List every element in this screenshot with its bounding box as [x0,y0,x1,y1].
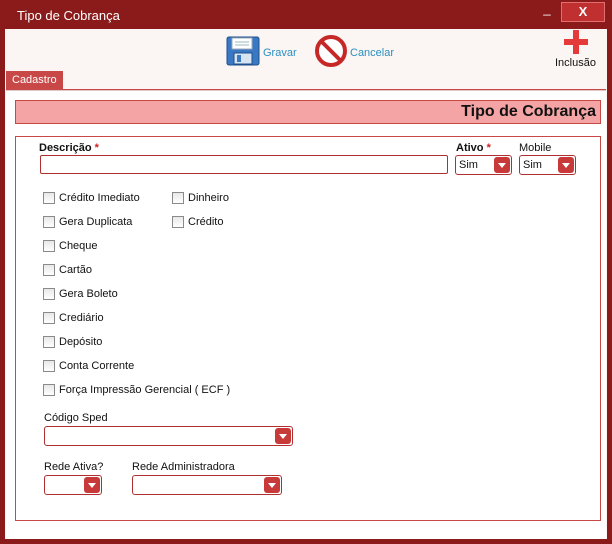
chevron-down-icon [558,157,574,173]
checkbox-credito[interactable]: Crédito [172,216,223,228]
descricao-label: Descrição * [39,142,99,154]
new-record-label: Inclusão [555,57,596,69]
checkbox-conta-corrente[interactable]: Conta Corrente [43,360,134,372]
mobile-label: Mobile [519,142,552,154]
checkbox-box[interactable] [43,360,55,372]
checkbox-label: Gera Boleto [59,288,118,300]
codigo-sped-select[interactable] [44,426,293,446]
checkbox-gera-duplicata[interactable]: Gera Duplicata [43,216,132,228]
checkbox-cartao[interactable]: Cartão [43,264,92,276]
checkbox-label: Conta Corrente [59,360,135,372]
window-client-area: Gravar Cancelar Inclusão Cadastro Tipo d… [5,29,607,539]
checkbox-label: Cartão [59,264,93,276]
cadastro-panel: Tipo de Cobrança Descrição * Ativo * Sim… [6,90,606,539]
chevron-down-icon [84,477,100,493]
checkbox-box[interactable] [43,192,55,204]
descricao-input[interactable] [40,155,448,174]
window-title: Tipo de Cobrança [17,8,120,23]
checkbox-box[interactable] [172,192,184,204]
save-button-label: Gravar [263,46,297,59]
checkbox-box[interactable] [43,240,55,252]
codigo-sped-label: Código Sped [44,412,108,424]
checkbox-crediario[interactable]: Crediário [43,312,104,324]
checkbox-label: Força Impressão Gerencial ( ECF ) [59,384,231,396]
checkbox-label: Crédito Imediato [59,192,140,204]
checkbox-box[interactable] [43,312,55,324]
rede-ativa-label: Rede Ativa? [44,461,104,473]
ativo-select[interactable]: Sim [455,155,512,175]
ativo-select-value: Sim [459,159,478,171]
title-bar[interactable]: Tipo de Cobrança _ X [0,0,612,29]
rede-administradora-label: Rede Administradora [132,461,235,473]
checkbox-box[interactable] [43,336,55,348]
new-record-button[interactable]: Inclusão [551,29,597,73]
checkbox-dinheiro[interactable]: Dinheiro [172,192,229,204]
checkbox-gera-boleto[interactable]: Gera Boleto [43,288,118,300]
save-button[interactable]: Gravar [226,36,297,69]
cancel-button-label: Cancelar [350,46,395,59]
app-window: Tipo de Cobrança _ X Gravar Cancelar Inc… [0,0,612,544]
checkbox-box[interactable] [43,288,55,300]
tab-cadastro[interactable]: Cadastro [6,71,63,89]
checkbox-box[interactable] [43,384,55,396]
checkbox-label: Crediário [59,312,104,324]
mobile-select-value: Sim [523,159,542,171]
checkbox-box[interactable] [172,216,184,228]
cancel-button[interactable]: Cancelar [315,35,394,70]
descricao-label-text: Descrição [39,142,92,154]
checkbox-deposito[interactable]: Depósito [43,336,102,348]
checkbox-cheque[interactable]: Cheque [43,240,98,252]
section-header: Tipo de Cobrança [15,100,601,124]
checkbox-label: Cheque [59,240,98,252]
close-button[interactable]: X [561,2,605,22]
checkbox-label: Gera Duplicata [59,216,133,228]
chevron-down-icon [275,428,291,444]
chevron-down-icon [494,157,510,173]
checkbox-box[interactable] [43,216,55,228]
floppy-disk-icon [226,36,260,69]
checkbox-box[interactable] [43,264,55,276]
required-mark: * [94,142,99,154]
checkbox-forca-impressao-gerencial[interactable]: Força Impressão Gerencial ( ECF ) [43,384,230,396]
checkbox-label: Dinheiro [188,192,229,204]
rede-administradora-select[interactable] [132,475,282,495]
section-title: Tipo de Cobrança [461,103,596,120]
chevron-down-icon [264,477,280,493]
ativo-label: Ativo * [456,142,491,154]
minimize-button[interactable]: _ [536,2,558,22]
checkbox-label: Depósito [59,336,103,348]
checkbox-credito-imediato[interactable]: Crédito Imediato [43,192,140,204]
required-mark: * [486,142,491,154]
form-container: Descrição * Ativo * Sim Mobile Sim Crédi… [15,136,601,521]
ativo-label-text: Ativo [456,142,484,154]
mobile-select[interactable]: Sim [519,155,576,175]
plus-icon [564,30,588,57]
checkbox-label: Crédito [188,216,224,228]
rede-ativa-select[interactable] [44,475,102,495]
prohibited-icon [315,35,347,70]
